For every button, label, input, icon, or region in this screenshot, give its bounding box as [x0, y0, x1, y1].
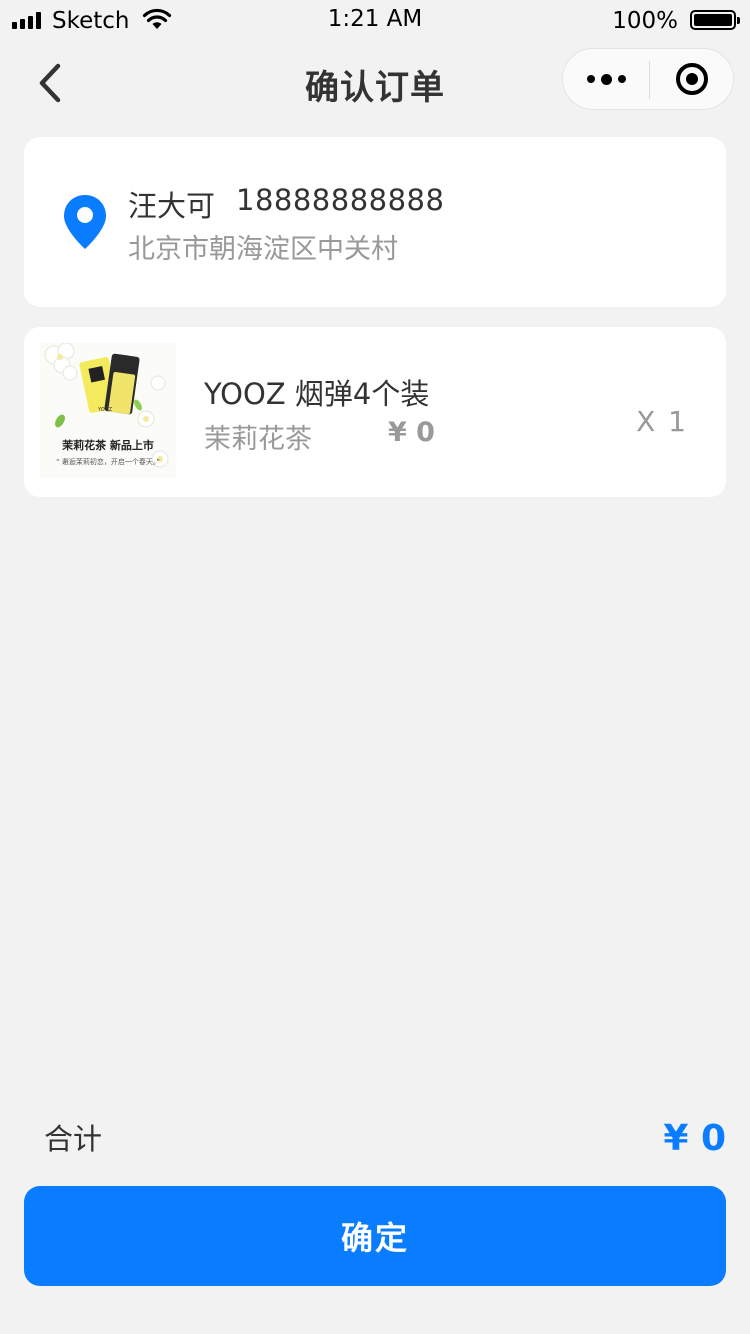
total-label: 合计	[44, 1122, 103, 1156]
confirm-button-label: 确定	[340, 1219, 409, 1257]
recipient-phone: 18888888888	[236, 183, 445, 217]
location-pin-icon	[62, 193, 108, 255]
battery-percent: 100%	[612, 8, 678, 34]
status-bar: Sketch 1:21 AM 100%	[0, 0, 750, 40]
product-flavor: 茉莉花茶	[204, 424, 312, 455]
more-dots-icon	[586, 75, 595, 83]
nav-bar: 确认订单	[0, 40, 750, 128]
product-image-subcaption: “ 邂逅茉莉初恋，开启一个春天。”	[56, 458, 160, 466]
product-brand-logo: YOOZ	[97, 407, 113, 413]
address-detail: 北京市朝海淀区中关村	[128, 234, 398, 265]
confirm-button[interactable]: 确定	[24, 1186, 726, 1286]
product-name: YOOZ 烟弹4个装	[204, 377, 430, 411]
order-confirm-page: Sketch 1:21 AM 100% 确认订单 汪大可 18888888888…	[0, 0, 750, 1334]
product-card: YOOZ 茉莉花茶 新品上市 “ 邂逅茉莉初恋，开启一个春天。” YOOZ 烟弹…	[24, 327, 726, 497]
recipient-name: 汪大可	[128, 189, 216, 223]
address-card[interactable]: 汪大可 18888888888 北京市朝海淀区中关村	[24, 137, 726, 307]
more-button[interactable]	[563, 49, 649, 109]
product-price: ¥ 0	[388, 417, 435, 448]
close-mini-program-button[interactable]	[650, 49, 734, 109]
target-icon	[676, 63, 708, 95]
mini-program-capsule	[562, 48, 734, 110]
product-image-caption: 茉莉花茶 新品上市	[62, 439, 154, 452]
battery-icon	[690, 10, 740, 30]
total-amount: ¥ 0	[663, 1118, 726, 1159]
product-image: YOOZ 茉莉花茶 新品上市 “ 邂逅茉莉初恋，开启一个春天。”	[40, 343, 176, 479]
product-quantity: X 1	[636, 405, 688, 438]
